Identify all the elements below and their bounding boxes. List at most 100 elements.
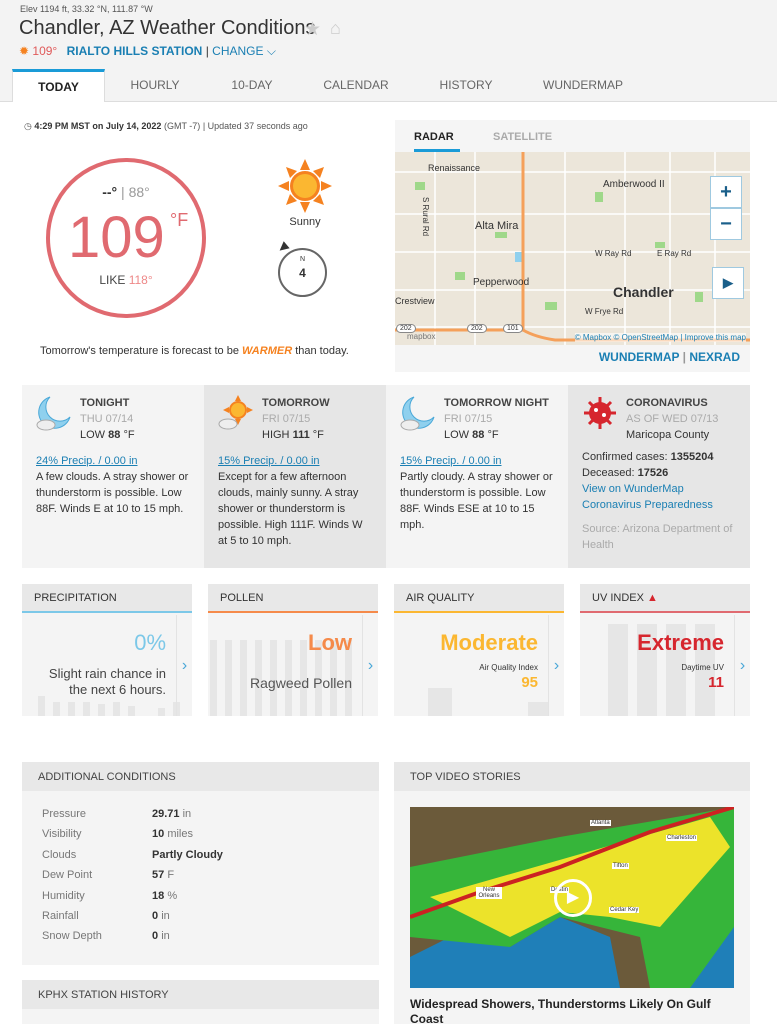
change-station-button[interactable]: CHANGE [212, 44, 263, 58]
time: 4:29 PM MST on July 14, 2022 [34, 121, 162, 131]
row-label: Humidity [42, 889, 85, 902]
forecast-date: THU 07/14 [80, 413, 134, 425]
tab-wundermap[interactable]: WUNDERMAP [536, 69, 630, 102]
precip-link[interactable]: 24% Precip. / 0.00 in [36, 453, 190, 469]
sun-cloud-icon [218, 395, 253, 430]
favorite-star-icon[interactable]: ★ [304, 18, 321, 41]
map-view[interactable]: Renaissance Amberwood II S Rural Rd Alta… [395, 152, 750, 345]
video-thumbnail[interactable]: Atlanta Charleston Tifton New Orleans De… [410, 807, 734, 988]
tab-today[interactable]: TODAY [12, 69, 105, 102]
home-icon[interactable]: ⌂ [330, 18, 341, 39]
chart-bar [113, 702, 120, 716]
tile-number: 11 [708, 674, 724, 691]
row-value: 0 [152, 930, 159, 943]
precip-link[interactable]: 15% Precip. / 0.00 in [400, 453, 554, 469]
tab-10-day[interactable]: 10-DAY [217, 69, 287, 102]
station-name[interactable]: RIALTO HILLS STATION [67, 44, 203, 58]
uv-index-tile[interactable]: UV INDEX ▲ Extreme Daytime UV 11 › [580, 584, 750, 716]
table-row: Humidity 18 % [42, 886, 223, 906]
timezone: (GMT -7) [163, 121, 201, 131]
station-temp: 109° [32, 44, 58, 58]
tab-satellite[interactable]: SATELLITE [493, 131, 552, 143]
city-label: Charleston [666, 835, 698, 841]
precip-link[interactable]: 15% Precip. / 0.00 in [218, 453, 372, 469]
chevron-right-icon[interactable]: › [548, 615, 564, 716]
low: 88° [128, 184, 150, 200]
comparison-pre: Tomorrow's temperature is forecast to be [40, 345, 239, 357]
tile-desc: Ragweed Pollen [250, 675, 352, 691]
deceased: Deceased: 17526 [582, 465, 736, 481]
wundermap-link[interactable]: WUNDERMAP [599, 350, 679, 364]
play-icon[interactable]: ▶ [554, 879, 592, 917]
temp-unit[interactable]: °F [170, 210, 188, 231]
temperature-circle: --° | 88° 109 °F LIKE 118° [46, 158, 206, 318]
sun-icon: ✹ [19, 44, 30, 58]
sunny-icon [278, 159, 332, 213]
clock-icon: ◷ [24, 121, 32, 131]
view-on-wundermap-link[interactable]: View on WunderMap [582, 481, 736, 497]
chevron-right-icon[interactable]: › [734, 615, 750, 716]
tile-sublabel: Air Quality Index [479, 663, 538, 672]
mapbox-logo[interactable]: mapbox [407, 332, 435, 341]
chevron-down-icon[interactable]: ⌵ [267, 44, 276, 58]
wind-arrow-icon: ◀ [274, 238, 291, 256]
city-label: New Orleans [476, 887, 502, 899]
zoom-in-button[interactable]: + [710, 176, 742, 208]
forecast-title: TONIGHT [80, 397, 130, 409]
forecast-text: Except for a few afternoon clouds, mainl… [218, 471, 363, 547]
tile-sublabel: Daytime UV [681, 663, 724, 672]
like-label: LIKE [99, 273, 126, 287]
chart-bar [210, 640, 217, 716]
tab-hourly[interactable]: HOURLY [118, 69, 192, 102]
chart-bar [68, 702, 75, 716]
tile-title: AIR QUALITY [394, 584, 564, 613]
station-history-panel: KPHX STATION HISTORY [22, 980, 379, 1024]
table-row: Rainfall 0 in [42, 906, 223, 926]
tab-calendar[interactable]: CALENDAR [316, 69, 396, 102]
deceased-value: 17526 [637, 467, 669, 479]
map-label: Amberwood II [603, 179, 665, 190]
video-caption[interactable]: Widespread Showers, Thunderstorms Likely… [410, 997, 740, 1027]
forecast-card-tomorrow-night: TOMORROW NIGHT FRI 07/15 LOW 88 °F 15% P… [386, 385, 568, 568]
coronavirus-preparedness-link[interactable]: Coronavirus Preparedness [582, 497, 736, 513]
tab-radar[interactable]: RADAR [414, 131, 460, 152]
tile-title: POLLEN [208, 584, 378, 613]
city-label: Atlanta [590, 820, 611, 826]
zoom-out-button[interactable]: − [710, 208, 742, 240]
row-value: 29.71 [152, 808, 180, 820]
map-label: W Ray Rd [595, 249, 632, 258]
row-unit: miles [167, 828, 193, 841]
nexrad-link[interactable]: NEXRAD [689, 350, 740, 364]
map-label: E Ray Rd [657, 249, 692, 258]
map-label: Chandler [613, 284, 674, 300]
map-attribution[interactable]: © Mapbox © OpenStreetMap | Improve this … [574, 333, 746, 342]
table-row: Visibility 10 miles [42, 824, 223, 844]
map-label: Alta Mira [475, 220, 519, 232]
play-button[interactable]: ▶ [712, 267, 744, 299]
row-label: Pressure [42, 808, 87, 820]
city-label: Tifton [612, 863, 629, 869]
chart-bar [158, 708, 165, 716]
temp-label: LOW [444, 429, 470, 441]
panel-title: TOP VIDEO STORIES [394, 762, 750, 791]
comparison-post: than today. [295, 345, 349, 357]
pollen-tile[interactable]: POLLEN Low Ragweed Pollen › [208, 584, 378, 716]
chevron-right-icon[interactable]: › [362, 615, 378, 716]
row-label: Snow Depth [42, 930, 102, 943]
wind-direction: N [299, 256, 306, 263]
map-label: Crestview [395, 296, 435, 306]
row-value: 0 [152, 910, 159, 923]
chart-bar [83, 702, 90, 716]
air-quality-tile[interactable]: AIR QUALITY Moderate Air Quality Index 9… [394, 584, 564, 716]
forecast-temp: LOW 88 °F [80, 427, 190, 443]
temp-unit: °F [123, 429, 135, 441]
chevron-right-icon[interactable]: › [176, 615, 192, 716]
row-label: Rainfall [42, 910, 79, 923]
cases-label: Confirmed cases: [582, 451, 668, 463]
row-label: Clouds [42, 848, 77, 861]
precipitation-tile[interactable]: PRECIPITATION 0% Slight rain chance in t… [22, 584, 192, 716]
tile-title: UV INDEX ▲ [580, 584, 750, 613]
chart-bar [608, 624, 628, 716]
row-unit: % [167, 889, 178, 902]
tab-history[interactable]: HISTORY [430, 69, 502, 102]
